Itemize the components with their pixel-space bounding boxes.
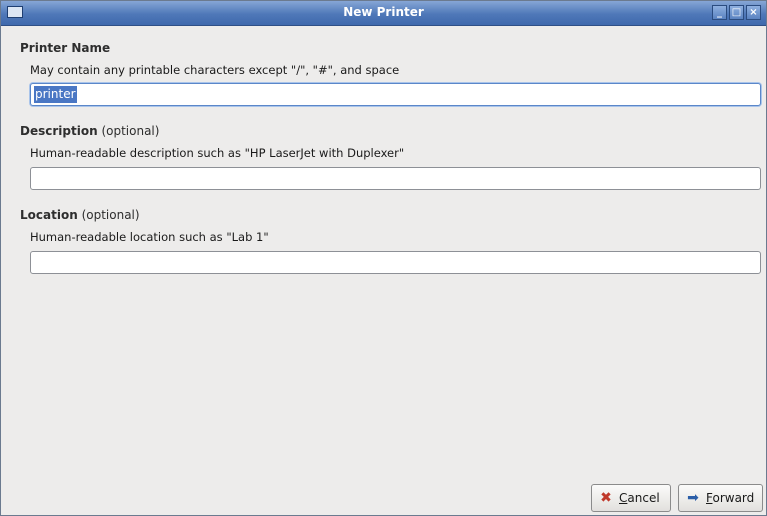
arrow-right-icon: ➡	[687, 490, 699, 506]
maximize-button[interactable]: □	[729, 5, 744, 20]
location-heading: Location (optional)	[20, 208, 140, 222]
forward-button[interactable]: ➡ Forward	[678, 484, 763, 512]
printer-name-hint: May contain any printable characters exc…	[30, 63, 400, 77]
cancel-button[interactable]: ✖ Cancel	[591, 484, 671, 512]
minimize-button[interactable]: _	[712, 5, 727, 20]
description-heading: Description (optional)	[20, 124, 160, 138]
dialog-content: Printer Name May contain any printable c…	[1, 26, 766, 515]
close-icon: ✖	[600, 490, 612, 506]
location-field[interactable]	[30, 251, 761, 274]
title-bar[interactable]: New Printer _ □ ×	[1, 1, 766, 26]
cancel-label: Cancel	[619, 491, 660, 505]
window-title: New Printer	[343, 5, 424, 19]
close-window-button[interactable]: ×	[746, 5, 761, 20]
printer-name-value: printer	[34, 86, 77, 103]
printer-name-heading: Printer Name	[20, 41, 111, 55]
printer-name-field[interactable]: printer	[30, 83, 761, 106]
location-hint: Human-readable location such as "Lab 1"	[30, 230, 269, 244]
forward-label: Forward	[706, 491, 755, 505]
new-printer-window: New Printer _ □ × Printer Name May conta…	[0, 0, 767, 516]
description-hint: Human-readable description such as "HP L…	[30, 146, 405, 160]
description-field[interactable]	[30, 167, 761, 190]
